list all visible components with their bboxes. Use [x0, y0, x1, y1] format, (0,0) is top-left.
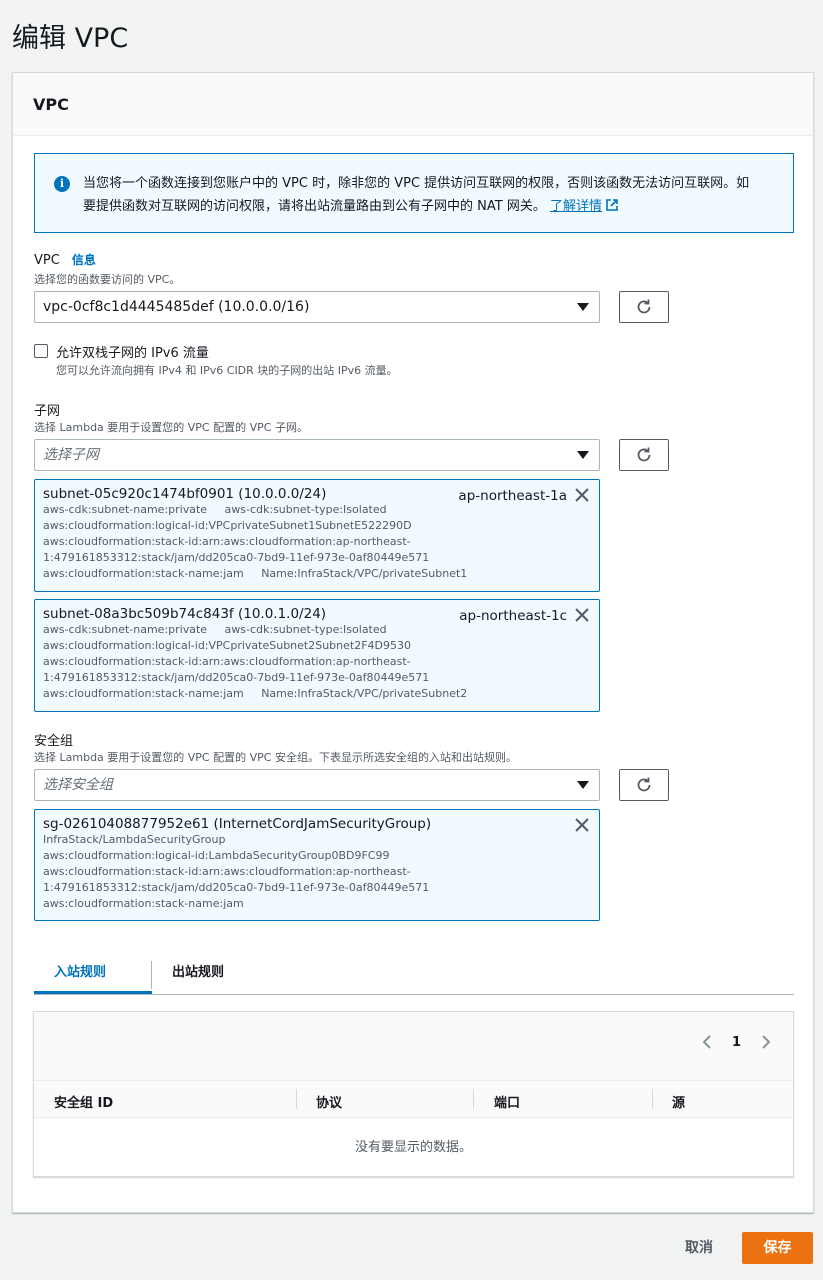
- security-groups-placeholder: 选择安全组: [43, 777, 113, 793]
- refresh-icon: [637, 777, 651, 792]
- external-link-icon: [606, 199, 618, 211]
- caret-down-icon: [577, 303, 589, 311]
- info-alert: i 当您将一个函数连接到您账户中的 VPC 时，除非您的 VPC 提供访问互联网…: [34, 153, 794, 233]
- empty-state: 没有要显示的数据。: [354, 1140, 472, 1155]
- page-number[interactable]: 1: [732, 1035, 741, 1050]
- close-icon[interactable]: [573, 816, 591, 834]
- column-divider: [652, 1089, 653, 1109]
- learn-more-link[interactable]: 了解详情: [550, 199, 618, 214]
- cancel-button[interactable]: 取消: [668, 1232, 730, 1264]
- vpc-label: VPC 信息: [34, 253, 96, 268]
- security-group-tag: aws:cloudformation:stack-id:arn:aws:clou…: [43, 865, 411, 878]
- close-icon[interactable]: [573, 486, 591, 504]
- tab-outbound-rules[interactable]: 出站规则: [152, 953, 244, 994]
- info-alert-text: 当您将一个函数连接到您账户中的 VPC 时，除非您的 VPC 提供访问互联网的权…: [83, 176, 750, 214]
- ipv6-label: 允许双栈子网的 IPv6 流量: [56, 346, 209, 361]
- subnet-token: subnet-05c920c1474bf0901 (10.0.0.0/24) a…: [34, 479, 600, 592]
- tab-inbound-rules[interactable]: 入站规则: [34, 953, 152, 994]
- subnet-tag: aws:cloudformation:stack-name:jam Name:I…: [43, 687, 468, 700]
- column-header[interactable]: 端口: [494, 1092, 520, 1111]
- subnet-tag: aws-cdk:subnet-name:private aws-cdk:subn…: [43, 623, 387, 636]
- subnet-tag: aws:cloudformation:logical-id:VPCprivate…: [43, 519, 412, 532]
- rules-table: 1 安全组 ID 协议 端口 源 没有要显示的数据。: [33, 1011, 794, 1177]
- vpc-select-value: vpc-0cf8c1d4445485def (10.0.0.0/16): [43, 299, 310, 315]
- vpc-panel: VPC i 当您将一个函数连接到您账户中的 VPC 时，除非您的 VPC 提供访…: [12, 72, 814, 1213]
- ipv6-checkbox[interactable]: [34, 344, 48, 358]
- column-divider: [473, 1089, 474, 1109]
- security-group-token-title: sg-02610408877952e61 (InternetCordJamSec…: [43, 816, 432, 832]
- security-groups-select[interactable]: 选择安全组: [34, 769, 600, 801]
- table-header: 安全组 ID 协议 端口 源: [34, 1080, 793, 1118]
- rules-tabs: 入站规则 出站规则: [34, 953, 794, 995]
- security-group-token: sg-02610408877952e61 (InternetCordJamSec…: [34, 809, 600, 921]
- subnets-refresh-button[interactable]: [619, 439, 669, 471]
- vpc-select[interactable]: vpc-0cf8c1d4445485def (10.0.0.0/16): [34, 291, 600, 323]
- subnet-tag: aws:cloudformation:logical-id:VPCprivate…: [43, 639, 412, 652]
- subnet-tag: aws-cdk:subnet-name:private aws-cdk:subn…: [43, 503, 387, 516]
- security-group-tag: aws:cloudformation:logical-id:LambdaSecu…: [43, 849, 390, 862]
- chevron-right-icon[interactable]: [761, 1034, 771, 1050]
- vpc-refresh-button[interactable]: [619, 291, 669, 323]
- ipv6-description: 您可以允许流向拥有 IPv4 和 IPv6 CIDR 块的子网的出站 IPv6 …: [56, 364, 398, 377]
- save-button[interactable]: 保存: [742, 1232, 813, 1264]
- security-group-tag: InfraStack/LambdaSecurityGroup: [43, 833, 226, 846]
- security-groups-label: 安全组: [34, 734, 74, 749]
- caret-down-icon: [577, 781, 589, 789]
- column-header[interactable]: 协议: [316, 1092, 342, 1111]
- subnet-tag: aws:cloudformation:stack-name:jam Name:I…: [43, 567, 468, 580]
- subnets-description: 选择 Lambda 要用于设置您的 VPC 配置的 VPC 子网。: [34, 421, 308, 434]
- security-group-tag: 1:479161853312:stack/jam/dd205ca0-7bd9-1…: [43, 881, 430, 894]
- subnet-tag: aws:cloudformation:stack-id:arn:aws:clou…: [43, 535, 411, 548]
- column-header[interactable]: 源: [672, 1092, 685, 1111]
- subnets-select[interactable]: 选择子网: [34, 439, 600, 471]
- subnet-tag: aws:cloudformation:stack-id:arn:aws:clou…: [43, 655, 411, 668]
- vpc-description: 选择您的函数要访问的 VPC。: [34, 273, 181, 286]
- subnet-tag: 1:479161853312:stack/jam/dd205ca0-7bd9-1…: [43, 671, 430, 684]
- refresh-icon: [637, 299, 651, 314]
- subnet-token: subnet-08a3bc509b74c843f (10.0.1.0/24) a…: [34, 599, 600, 712]
- table-toolbar: 1: [34, 1012, 793, 1080]
- panel-title: VPC: [13, 73, 813, 136]
- subnets-label: 子网: [34, 404, 61, 419]
- column-header[interactable]: 安全组 ID: [54, 1092, 113, 1111]
- security-groups-refresh-button[interactable]: [619, 769, 669, 801]
- vpc-info-link[interactable]: 信息: [72, 253, 96, 267]
- page-title: 编辑 VPC: [12, 23, 129, 54]
- pagination: 1: [702, 1034, 771, 1050]
- chevron-left-icon[interactable]: [702, 1034, 712, 1050]
- info-icon: i: [54, 176, 70, 192]
- caret-down-icon: [577, 451, 589, 459]
- subnet-token-az: ap-northeast-1c: [459, 608, 567, 624]
- column-divider: [296, 1089, 297, 1109]
- subnets-placeholder: 选择子网: [43, 447, 99, 463]
- subnet-tag: 1:479161853312:stack/jam/dd205ca0-7bd9-1…: [43, 551, 430, 564]
- close-icon[interactable]: [573, 606, 591, 624]
- refresh-icon: [637, 447, 651, 462]
- security-group-tag: aws:cloudformation:stack-name:jam: [43, 897, 244, 910]
- security-groups-description: 选择 Lambda 要用于设置您的 VPC 配置的 VPC 安全组。下表显示所选…: [34, 751, 517, 764]
- subnet-token-az: ap-northeast-1a: [458, 488, 567, 504]
